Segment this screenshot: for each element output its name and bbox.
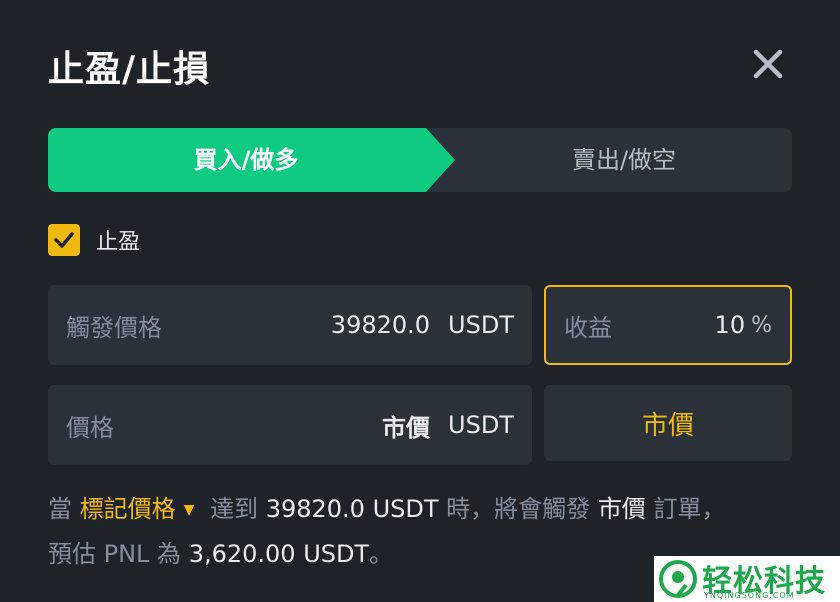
market-price-button[interactable]: 市價: [544, 385, 792, 461]
profit-field[interactable]: 收益 10 %: [544, 285, 792, 365]
tab-buy-long-label: 買入/做多: [193, 146, 299, 174]
take-profit-checkbox[interactable]: [48, 224, 80, 256]
close-button[interactable]: [748, 44, 788, 84]
order-price-label: 價格: [66, 413, 114, 442]
side-selector: 買入/做多 賣出/做空: [48, 128, 792, 192]
desc-mid: 時，將會觸發: [446, 495, 591, 523]
desc-prefix: 當: [48, 495, 72, 523]
trigger-price-unit: USDT: [448, 311, 514, 339]
profit-unit: %: [751, 312, 772, 338]
price-type-dropdown[interactable]: 標記價格: [80, 495, 176, 523]
dialog-title: 止盈/止損: [48, 49, 211, 90]
trigger-price-input[interactable]: 39820.0: [331, 311, 430, 339]
order-price-unit: USDT: [448, 411, 514, 439]
take-profit-row: 止盈: [48, 224, 140, 256]
trigger-price-field[interactable]: 觸發價格 39820.0 USDT: [48, 285, 532, 365]
take-profit-label: 止盈: [96, 230, 141, 255]
watermark-logo-icon: [659, 560, 697, 598]
desc-pnl: 3,620.00 USDT: [188, 540, 370, 568]
checkmark-icon: [54, 232, 74, 248]
desc-order-type: 市價: [597, 495, 646, 523]
profit-input[interactable]: 10: [715, 311, 746, 339]
desc-end: 。: [369, 540, 394, 568]
desc-amount: 39820.0 USDT: [265, 495, 439, 523]
order-price-value: 市價: [382, 413, 431, 442]
chevron-down-icon[interactable]: ▼: [184, 502, 195, 518]
close-icon: [753, 49, 783, 79]
trigger-price-label: 觸發價格: [66, 313, 162, 342]
tab-buy-long[interactable]: 買入/做多: [48, 128, 456, 192]
order-description: 當 標記價格 ▼ 達到 39820.0 USDT 時，將會觸發 市價 訂單，預估 …: [48, 487, 748, 576]
watermark: 轻松科技 YNQINGSONG.COM: [654, 556, 840, 602]
tab-sell-short[interactable]: 賣出/做空: [456, 128, 792, 192]
desc-reach: 達到: [210, 495, 259, 523]
order-price-field: 價格 市價 USDT: [48, 385, 532, 465]
watermark-subtext: YNQINGSONG.COM: [704, 591, 795, 600]
profit-label: 收益: [564, 313, 612, 342]
